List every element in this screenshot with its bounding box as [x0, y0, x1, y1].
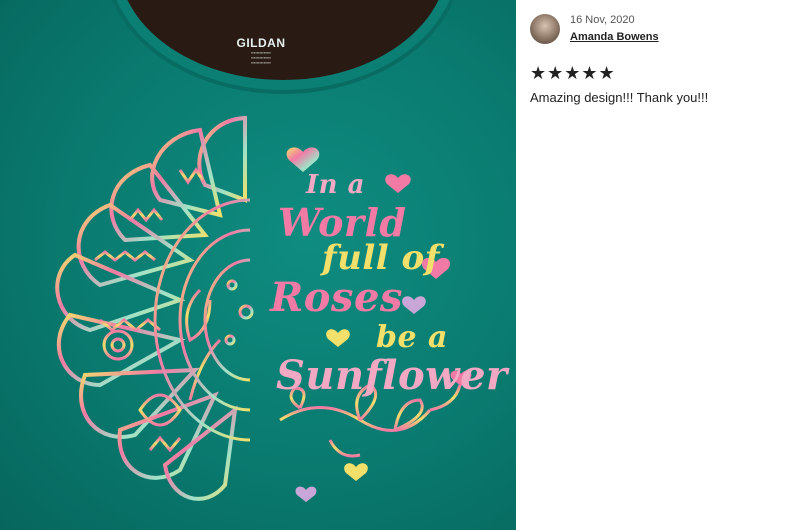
quote-line-4: Roses [270, 274, 403, 321]
review-panel: 16 Nov, 2020 Amanda Bowens ★★★★★ Amazing… [516, 0, 794, 530]
heart-icon [385, 174, 411, 193]
heart-icon [344, 463, 368, 481]
review-date: 16 Nov, 2020 [570, 14, 635, 26]
heart-icon [402, 296, 426, 314]
star-rating-icon: ★★★★★ [530, 63, 616, 83]
quote-line-5: be a [376, 320, 448, 355]
reviewer-name-link[interactable]: Amanda Bowens [570, 31, 659, 43]
quote-line-1: In a [306, 170, 365, 200]
review-text: Amazing design!!! Thank you!!! [530, 90, 709, 105]
sunflower-petals [55, 115, 247, 501]
heart-icon [295, 486, 317, 502]
reviewer-avatar[interactable] [530, 14, 560, 44]
quote-line-6: Sunflower [276, 352, 508, 399]
heart-icon [326, 329, 350, 347]
heart-icon [286, 147, 320, 172]
quote-line-3: full of [322, 238, 440, 278]
review-photo: GILDAN ▪▪▪▪▪▪▪▪▪▪▪▪▪▪ ▪▪▪▪▪▪▪▪▪▪▪▪▪▪ ▪▪▪▪▪… [0, 0, 516, 530]
